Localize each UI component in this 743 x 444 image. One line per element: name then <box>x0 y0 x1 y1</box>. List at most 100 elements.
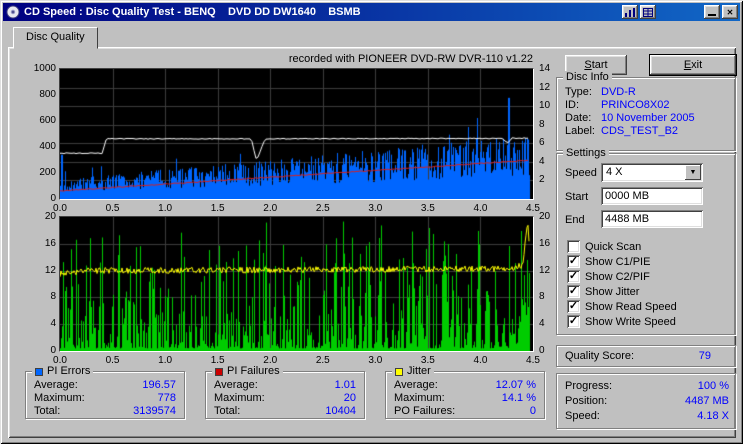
jitter-swatch <box>395 367 403 376</box>
tab-label: Disc Quality <box>26 31 85 43</box>
data-view-button[interactable] <box>640 5 656 19</box>
tab-disc-quality[interactable]: Disc Quality <box>13 27 98 49</box>
app-window: CD Speed : Disc Quality Test - BENQ DVD … <box>0 0 743 444</box>
axis-tick-label: 14 <box>539 63 551 74</box>
po-failures-value: 0 <box>529 405 536 417</box>
axis-tick-label: 3.0 <box>368 355 383 366</box>
bar-chart-icon <box>625 7 635 17</box>
progress-label: Progress: <box>565 380 613 392</box>
pi-errors-chart <box>59 68 534 200</box>
chevron-down-icon: ▼ <box>689 169 697 176</box>
scan-speed-value: 4.18 X <box>697 410 729 422</box>
axis-tick-label: 20 <box>539 211 551 222</box>
axis-tick-label: 1.5 <box>210 203 225 214</box>
position-value: 4487 MB <box>684 395 729 407</box>
axis-tick-label: 12 <box>539 264 551 276</box>
graph-view-button[interactable] <box>622 5 638 19</box>
pi-errors-total-value: 3139574 <box>133 405 176 417</box>
axis-tick-label: 3.5 <box>420 203 435 214</box>
axis-tick-label: 4 <box>539 318 545 330</box>
axis-tick-label: 16 <box>44 237 56 249</box>
checkbox-quick-scan-label: Quick Scan <box>585 241 642 253</box>
axis-tick-label: 16 <box>539 237 551 249</box>
table-grid-icon <box>643 7 653 17</box>
disc-info-legend: Disc Info <box>563 71 612 84</box>
axis-tick-label: 2.0 <box>263 355 278 366</box>
axis-tick-label: 800 <box>39 89 56 100</box>
title-bar: CD Speed : Disc Quality Test - BENQ DVD … <box>3 3 740 21</box>
axis-tick-label: 8 <box>539 291 545 303</box>
pi-errors-average-label: Average: <box>34 379 78 391</box>
pi-failures-swatch <box>215 367 223 376</box>
disc-label-value: CDS_TEST_B2 <box>601 125 679 137</box>
pi-errors-legend-title: PI Errors <box>32 365 94 378</box>
axis-tick-label: 10 <box>539 100 551 112</box>
pi-errors-title-text: PI Errors <box>47 365 91 377</box>
axis-tick-label: 8 <box>539 118 545 130</box>
pi-errors-maximum-label: Maximum: <box>34 392 85 404</box>
close-button[interactable]: ✕ <box>722 5 738 19</box>
position-label: Position: <box>565 395 608 407</box>
axis-tick-label: 2.5 <box>315 355 330 366</box>
disc-date-value: 10 November 2005 <box>601 112 695 124</box>
progress-box: Progress: 100 % Position: 4487 MB Speed:… <box>556 373 736 429</box>
exit-button[interactable]: Exit <box>650 55 736 75</box>
axis-tick-label: 3.5 <box>420 355 435 366</box>
axis-tick-label: 20 <box>44 211 56 222</box>
quality-score-value: 79 <box>698 350 711 362</box>
recorded-with-label: recorded with PIONEER DVD-RW DVR-110 v1.… <box>288 53 533 65</box>
pi-failures-maximum-label: Maximum: <box>214 392 265 404</box>
disc-id-value: PRINCO8X02 <box>601 99 670 111</box>
axis-tick-label: 12 <box>44 264 56 276</box>
axis-tick-label: 4 <box>539 155 545 167</box>
checkbox-show-jitter[interactable]: ✓ <box>567 285 580 298</box>
minimize-icon <box>708 14 716 16</box>
minimize-button[interactable] <box>704 5 720 19</box>
jitter-maximum-label: Maximum: <box>394 392 445 404</box>
jitter-title-text: Jitter <box>407 365 431 377</box>
start-position-field[interactable] <box>601 187 703 205</box>
titlebar-spacer <box>656 12 702 13</box>
pi-failures-chart <box>59 216 534 352</box>
disc-date-label: Date: <box>565 112 592 124</box>
disc-type-value: DVD-R <box>601 86 636 98</box>
pi-errors-swatch <box>35 367 43 376</box>
axis-tick-label: 4 <box>50 318 56 330</box>
checkbox-show-c1pie[interactable]: ✓ <box>567 255 580 268</box>
disc-label-label: Label: <box>565 125 595 137</box>
axis-tick-label: 12 <box>539 81 551 93</box>
axis-tick-label: 0.5 <box>105 355 120 366</box>
pi-errors-legend-box: PI Errors Average: 196.57 Maximum: 778 T… <box>25 365 185 419</box>
disc-info-group: Disc Info Type: DVD-R ID: PRINCO8X02 Dat… <box>556 71 736 151</box>
dropdown-arrow-button[interactable]: ▼ <box>685 165 701 180</box>
jitter-legend-box: Jitter Average: 12.07 % Maximum: 14.1 % … <box>385 365 545 419</box>
axis-tick-label: 2 <box>539 174 545 186</box>
axis-tick-label: 0.5 <box>105 203 120 214</box>
checkbox-show-write-speed[interactable]: ✓ <box>567 315 580 328</box>
disc-quality-panel: recorded with PIONEER DVD-RW DVR-110 v1.… <box>8 47 736 438</box>
checkbox-show-c2pif[interactable]: ✓ <box>567 270 580 283</box>
axis-tick-label: 1000 <box>33 63 56 74</box>
speed-label: Speed <box>565 167 597 179</box>
po-failures-label: PO Failures: <box>394 405 456 417</box>
checkbox-show-c2pif-label: Show C2/PIF <box>585 271 650 283</box>
axis-tick-label: 4.5 <box>526 355 540 366</box>
pi-failures-average-label: Average: <box>214 379 258 391</box>
pi-failures-total-label: Total: <box>214 405 241 417</box>
jitter-maximum-value: 14.1 % <box>501 392 536 404</box>
jitter-legend-title: Jitter <box>392 365 434 378</box>
quality-score-label: Quality Score: <box>565 350 635 362</box>
axis-tick-label: 1.0 <box>158 203 173 214</box>
pi-errors-total-label: Total: <box>34 405 61 417</box>
end-position-field[interactable] <box>601 210 703 228</box>
pi-failures-legend-box: PI Failures Average: 1.01 Maximum: 20 To… <box>205 365 365 419</box>
speed-dropdown[interactable]: 4 X ▼ <box>601 163 703 182</box>
disc-type-label: Type: <box>565 86 592 98</box>
checkbox-show-read-speed[interactable]: ✓ <box>567 300 580 313</box>
axis-tick-label: 6 <box>539 137 545 149</box>
axis-tick-label: 200 <box>39 167 56 178</box>
axis-tick-label: 2.0 <box>263 203 278 214</box>
checkbox-quick-scan[interactable] <box>567 240 580 253</box>
start-position-label: Start <box>565 191 589 203</box>
quality-score-box: Quality Score: 79 <box>556 345 736 367</box>
